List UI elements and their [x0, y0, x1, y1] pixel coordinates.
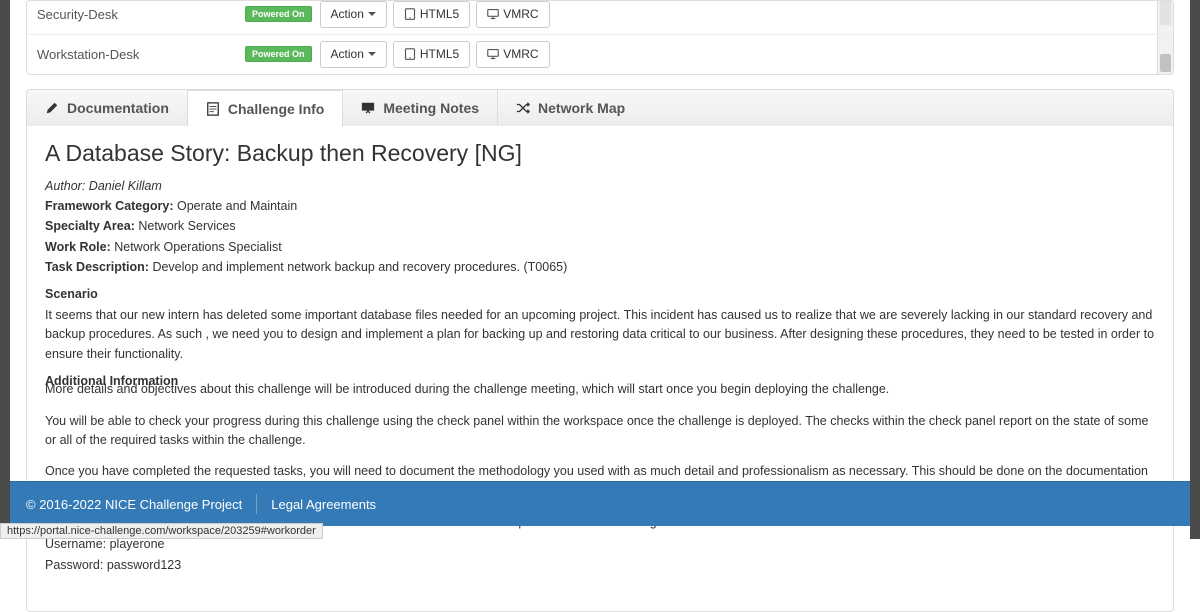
legal-link[interactable]: Legal Agreements — [271, 497, 390, 512]
tab-documentation[interactable]: Documentation — [27, 90, 188, 126]
power-status-badge: Powered On — [245, 46, 312, 62]
role-value: Network Operations Specialist — [114, 240, 281, 254]
monitor-icon — [487, 48, 499, 60]
vmrc-button[interactable]: VMRC — [476, 41, 549, 68]
tab-network-map[interactable]: Network Map — [498, 90, 643, 126]
monitor-icon — [487, 8, 499, 20]
tablet-icon — [404, 8, 416, 20]
shuffle-icon — [516, 101, 530, 115]
html5-button[interactable]: HTML5 — [393, 1, 470, 28]
chevron-down-icon — [368, 12, 376, 16]
action-dropdown[interactable]: Action — [320, 1, 387, 28]
scenario-heading: Scenario — [45, 285, 1155, 304]
tab-bar: Documentation Challenge Info Meeting Not… — [26, 89, 1174, 126]
specialty-value: Network Services — [138, 219, 235, 233]
scrollbar[interactable] — [1157, 0, 1173, 34]
framework-label: Framework Category: — [45, 199, 174, 213]
vm-name: Security-Desk — [37, 7, 237, 22]
html5-button[interactable]: HTML5 — [393, 41, 470, 68]
additional-p2: You will be able to check your progress … — [45, 412, 1155, 451]
tab-meeting-notes[interactable]: Meeting Notes — [343, 90, 498, 126]
author-value: Daniel Killam — [89, 179, 162, 193]
tab-challenge-info[interactable]: Challenge Info — [188, 90, 343, 127]
document-icon — [206, 102, 220, 116]
chevron-down-icon — [368, 52, 376, 56]
password-line: Password: password123 — [45, 556, 1155, 575]
power-status-badge: Powered On — [245, 6, 312, 22]
scenario-text: It seems that our new intern has deleted… — [45, 306, 1155, 364]
action-dropdown[interactable]: Action — [320, 41, 387, 68]
task-value: Develop and implement network backup and… — [152, 260, 567, 274]
task-label: Task Description: — [45, 260, 149, 274]
divider — [256, 494, 257, 514]
framework-value: Operate and Maintain — [177, 199, 297, 213]
presentation-icon — [361, 101, 375, 115]
browser-status-bar: https://portal.nice-challenge.com/worksp… — [0, 523, 323, 539]
author-label: Author: — [45, 179, 85, 193]
copyright: © 2016-2022 NICE Challenge Project — [26, 497, 256, 512]
role-label: Work Role: — [45, 240, 111, 254]
vm-row: Security-Desk Powered On Action HTML5 VM… — [27, 1, 1173, 35]
vm-row: Workstation-Desk Powered On Action HTML5… — [27, 35, 1173, 74]
vm-name: Workstation-Desk — [37, 47, 237, 62]
tablet-icon — [404, 48, 416, 60]
additional-p1: More details and objectives about this c… — [45, 380, 1155, 399]
pencil-icon — [45, 101, 59, 115]
vm-table: Security-Desk Powered On Action HTML5 VM… — [26, 0, 1174, 75]
specialty-label: Specialty Area: — [45, 219, 135, 233]
scrollbar[interactable] — [1157, 35, 1173, 74]
footer: © 2016-2022 NICE Challenge Project Legal… — [10, 481, 1190, 526]
challenge-content: A Database Story: Backup then Recovery [… — [26, 126, 1174, 612]
challenge-title: A Database Story: Backup then Recovery [… — [45, 140, 1155, 167]
vmrc-button[interactable]: VMRC — [476, 1, 549, 28]
